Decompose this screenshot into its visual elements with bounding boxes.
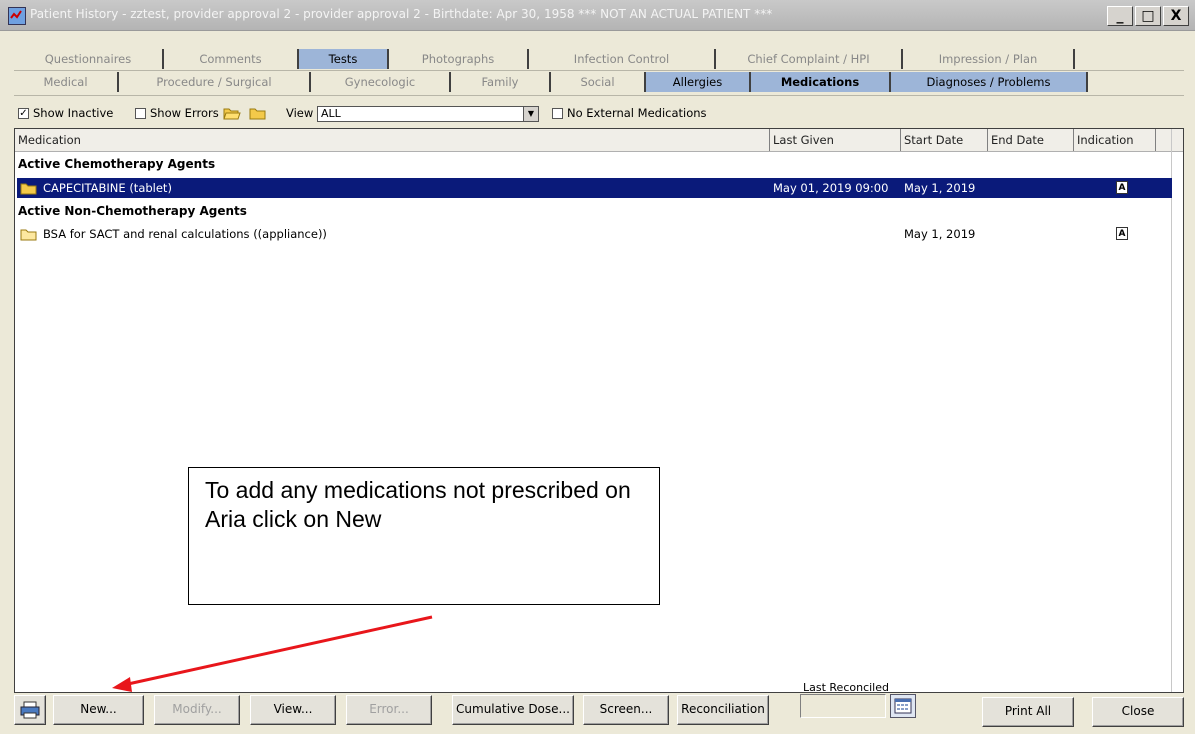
printer-icon[interactable] bbox=[14, 695, 46, 725]
new-button[interactable]: New... bbox=[53, 695, 144, 725]
cumulative-dose-button[interactable]: Cumulative Dose... bbox=[452, 695, 574, 725]
modify-button[interactable]: Modify... bbox=[154, 695, 240, 725]
screen-button[interactable]: Screen... bbox=[583, 695, 669, 725]
error-button[interactable]: Error... bbox=[346, 695, 432, 725]
patient-history-window: Patient History - zztest, provider appro… bbox=[0, 0, 1195, 734]
last-reconciled-label: Last Reconciled bbox=[803, 681, 889, 694]
last-reconciled-field[interactable] bbox=[800, 694, 886, 718]
close-button[interactable]: Close bbox=[1092, 697, 1184, 727]
calendar-icon[interactable] bbox=[890, 694, 916, 718]
pointer-arrow bbox=[112, 615, 433, 692]
print-all-button[interactable]: Print All bbox=[982, 697, 1074, 727]
view-button[interactable]: View... bbox=[250, 695, 336, 725]
reconciliation-button[interactable]: Reconciliation bbox=[677, 695, 769, 725]
